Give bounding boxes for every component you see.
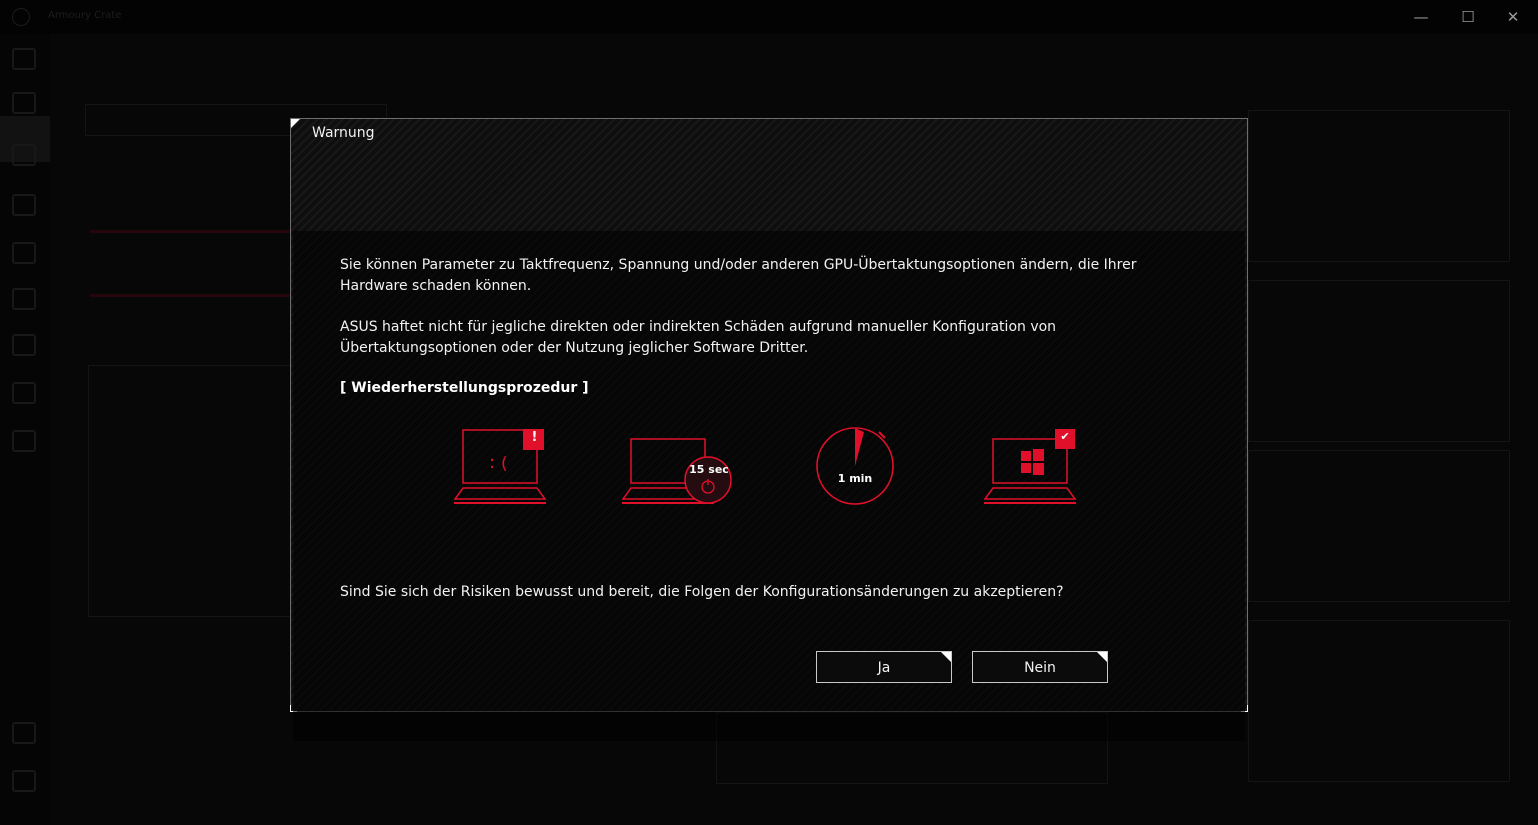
hold-duration-label: 15 sec xyxy=(689,463,729,476)
wait-duration-label: 1 min xyxy=(837,472,873,485)
yes-button-label: Ja xyxy=(877,660,891,676)
procedure-heading: [ Wiederherstellungsprozedur ] xyxy=(340,380,589,396)
warning-paragraph-2: ASUS haftet nicht für jegliche direkten … xyxy=(340,319,1057,356)
button-corner-accent xyxy=(941,652,951,662)
warning-paragraph-1: Sie können Parameter zu Taktfrequenz, Sp… xyxy=(340,257,1137,294)
step-wait-timer: 1 min xyxy=(813,424,901,508)
step-windows-restored: ✔ xyxy=(983,427,1081,507)
step-laptop-error: : ( ! xyxy=(453,427,551,507)
timer-icon xyxy=(816,427,894,505)
svg-text::: : xyxy=(489,452,495,473)
no-button[interactable]: Nein xyxy=(972,651,1108,683)
svg-text:(: ( xyxy=(501,454,508,474)
yes-button[interactable]: Ja xyxy=(816,651,952,683)
button-corner-accent xyxy=(1097,652,1107,662)
check-badge: ✔ xyxy=(1060,430,1070,443)
warning-dialog: Warnung Sie können Parameter zu Taktfreq… xyxy=(290,118,1248,741)
confirmation-question: Sind Sie sich der Risiken bewusst und be… xyxy=(340,584,1064,600)
step-hold-power: 15 sec xyxy=(619,435,735,507)
corner-accent xyxy=(291,119,300,128)
dialog-title: Warnung xyxy=(312,125,375,141)
no-button-label: Nein xyxy=(1024,660,1056,676)
error-badge: ! xyxy=(531,430,538,445)
